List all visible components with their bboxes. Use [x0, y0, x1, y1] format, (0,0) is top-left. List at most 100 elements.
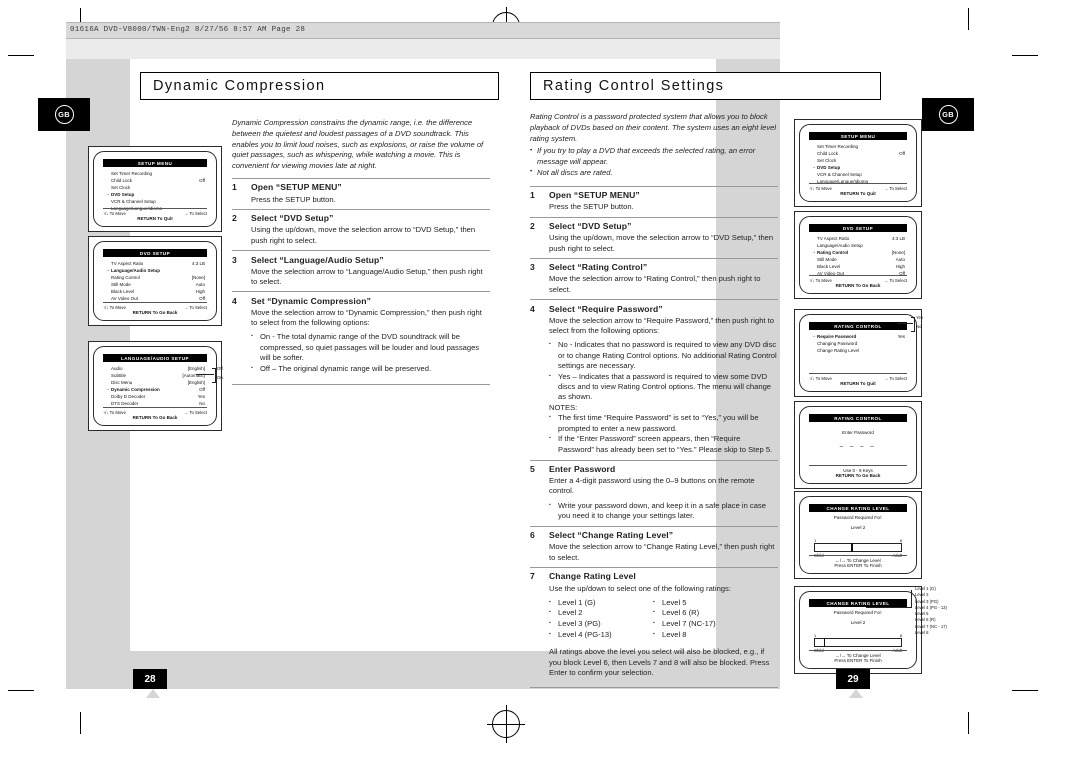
crop-mark-br-h — [1012, 690, 1038, 691]
slider-handle[interactable] — [823, 638, 826, 648]
intro-bullet-list: If you try to play a DVD that exceeds th… — [530, 146, 778, 178]
rating-legend-list: Level 1 (G) Level 2 Level 3 (PG) Level 4… — [915, 586, 947, 636]
osd-nav-move: ↑/↓ To Move — [103, 210, 126, 216]
step-heading: 4 Set “Dynamic Compression” — [232, 296, 490, 307]
crop-mark-br-v — [968, 712, 969, 734]
notes-bullet: If the “Enter Password” screen appears, … — [549, 433, 778, 455]
step-item: 1 Open “SETUP MENU” Press the SETUP butt… — [232, 177, 490, 209]
osd-row-value: 4:3 LB — [191, 261, 205, 267]
password-mask-field[interactable]: – – – – — [800, 444, 916, 450]
rating-level-value: Level 2 — [850, 619, 866, 625]
osd-footer-rule — [103, 208, 207, 209]
osd-row-selected: → Require Password Yes — [811, 333, 905, 340]
osd-row-value: [English] — [187, 366, 205, 372]
page-title-left: Dynamic Compression — [140, 72, 499, 100]
gb-icon: GB — [938, 105, 958, 124]
notes-label: NOTES: — [549, 403, 578, 413]
osd-row: VCR & Channel Setup — [105, 198, 205, 205]
osd-row: Changing Password — [811, 340, 905, 347]
step-number: 6 — [530, 530, 535, 541]
osd-screenshot-dvd-setup: DVD SETUP TV Aspect Ratio 4:3 LB → Languag… — [88, 236, 222, 326]
osd-footer-rule — [809, 275, 907, 276]
step-item: 2 Select “DVD Setup” Using the up/down, … — [530, 216, 778, 258]
rating-level-item: Level 5 — [653, 597, 739, 609]
osd-footer-action: Press ENTER To Finish — [834, 658, 882, 663]
osd-nav-move: ↑/↓ To Move — [809, 375, 832, 381]
osd-row-label: DVD Setup — [817, 165, 841, 171]
osd-nav-hint: ←/→ To Change Level — [835, 652, 881, 658]
osd-hint: Use 0 - 9 Keys — [843, 467, 873, 473]
osd-row-selected: → DVD Setup — [811, 164, 905, 171]
step-bullet-list: No - Indicates that no password is requi… — [530, 339, 778, 403]
step-bullet: Write your password down, and keep it in… — [549, 500, 778, 522]
osd-nav-line: ↑/↓ To Move → To Select — [103, 305, 207, 310]
step-title: Enter Password — [549, 464, 616, 474]
osd-row: Still Mode Auto — [811, 256, 905, 263]
section-end-rule — [232, 383, 490, 385]
rating-levels-grid: Level 1 (G) Level 2 Level 3 (PG) Level 4… — [530, 597, 778, 641]
osd-footer: ↑/↓ To Move → To Select RETURN To Go Bac… — [103, 407, 207, 420]
osd-row-list: TV Aspect Ratio 4:3 LB → Language/Audio Se… — [94, 260, 216, 302]
step-item: 4 Set “Dynamic Compression” Move the sel… — [232, 291, 490, 378]
osd-row: TV Aspect Ratio 4:3 LB — [811, 235, 905, 242]
step-title: Set “Dynamic Compression” — [251, 295, 371, 306]
section-end-rule — [530, 687, 778, 689]
osd-row-label: Still Mode — [817, 257, 837, 263]
left-intro-paragraph: Dynamic Compression constrains the dynam… — [232, 118, 484, 171]
page-title-right: Rating Control Settings — [530, 72, 881, 100]
crop-mark-tr-h — [1012, 55, 1038, 56]
step-title: Select “DVD Setup” — [251, 213, 334, 224]
osd-row-value: 4:3 LB — [891, 236, 905, 242]
osd-nav-select: → To Select — [183, 210, 207, 216]
osd-footer-rule — [809, 555, 907, 556]
osd-row-label: Rating Control — [111, 275, 140, 281]
osd-row-value: Off — [899, 151, 905, 157]
osd-screen: CHANGE RATING LEVEL Password Required Fo… — [799, 496, 917, 574]
page-number-pointer — [849, 689, 863, 698]
osd-row: Child Lock Off — [811, 150, 905, 157]
osd-nav-move: ↑/↓ To Move — [103, 409, 126, 415]
osd-title: DVD SETUP — [103, 249, 207, 258]
step-heading: 6 Select “Change Rating Level” — [530, 530, 778, 541]
step-bullet: Yes – Indicates that a password is requi… — [549, 371, 778, 403]
osd-screenshot-setup-menu: SETUP MENU Set Timer Recording Child Loc… — [88, 146, 222, 232]
step-number: 7 — [530, 571, 535, 582]
osd-footer-rule — [809, 373, 907, 374]
slider-track[interactable] — [814, 638, 902, 648]
callout-option-yes: Yes — [916, 315, 924, 320]
osd-footer-action: Press ENTER To Finish — [834, 563, 882, 568]
osd-row-value: Auto — [895, 257, 905, 263]
step-heading: 3 Select “Language/Audio Setup” — [232, 255, 490, 266]
osd-footer-action: RETURN To Go Back — [132, 310, 178, 315]
password-prompt: Enter Password — [842, 430, 874, 436]
osd-footer-action: RETURN To Quit — [840, 191, 876, 196]
rating-level-item: Level 1 (G) — [549, 597, 635, 609]
rating-level-item: Level 3 (PG) — [549, 618, 635, 630]
right-intro-paragraph: Rating Control is a password protected s… — [530, 112, 777, 143]
step-body: Enter a 4-digit password using the 0–9 b… — [549, 476, 755, 496]
legend-item: Level 8 — [915, 630, 929, 636]
osd-row-value: Yes — [197, 394, 205, 400]
osd-row: VCR & Channel Setup — [811, 171, 905, 178]
osd-row-label: Subtitle — [111, 373, 127, 379]
osd-row-label: Rating Control — [817, 250, 849, 256]
rating-levels-column-left: Level 1 (G) Level 2 Level 3 (PG) Level 4… — [549, 597, 635, 641]
crop-mark-bl-h — [8, 690, 34, 691]
slider-handle[interactable] — [851, 543, 853, 553]
osd-row-label: Child Lock — [111, 178, 133, 184]
step-heading: 2 Select “DVD Setup” — [232, 213, 490, 224]
osd-footer-action: RETURN To Go Back — [132, 415, 178, 420]
step-bullet-list: On - The total dynamic range of the DVD … — [232, 331, 490, 374]
slider-track[interactable] — [814, 543, 902, 553]
osd-row-label: Black Level — [817, 264, 841, 270]
osd-title: RATING CONTROL — [809, 322, 907, 331]
osd-nav-select: → To Select — [883, 277, 907, 283]
osd-row-value: Yes — [897, 334, 905, 340]
rating-level-item: Level 7 (NC-17) — [653, 618, 739, 630]
osd-row-label: Set Timer Recording — [111, 171, 153, 177]
osd-screen: DVD SETUP TV Aspect Ratio 4:3 LB → Languag… — [93, 241, 217, 321]
osd-row-label: Dynamic Compression — [111, 387, 160, 393]
step-body: Move the selection arrow to “Dynamic Com… — [251, 307, 482, 328]
rating-level-item: Level 4 (PG-13) — [549, 629, 635, 641]
osd-footer-action: RETURN To Go Back — [835, 283, 881, 288]
